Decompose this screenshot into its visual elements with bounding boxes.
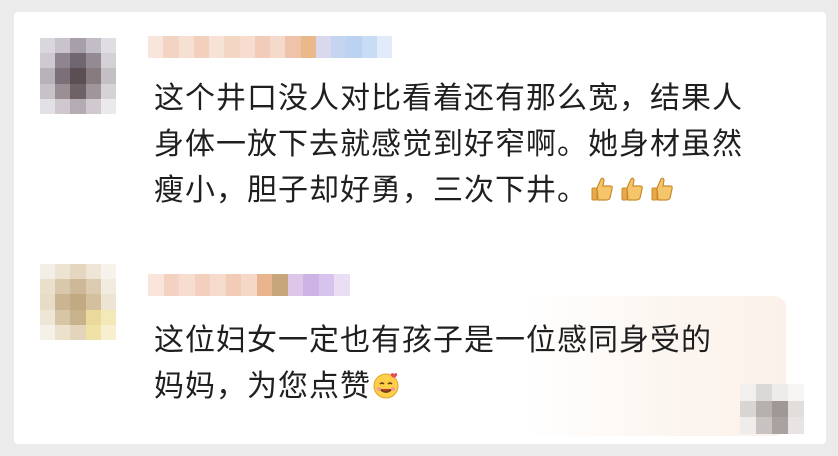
- comment-text: 这位妇女一定也有孩子是一位感同身受的 妈妈，为您点赞: [154, 318, 712, 410]
- comment-item: 这位妇女一定也有孩子是一位感同身受的 妈妈，为您点赞: [14, 234, 826, 444]
- comment-line: 这个井口没人对比看着还有那么宽，结果人: [154, 81, 743, 116]
- comment-line: 瘦小，胆子却好勇，三次下井。: [154, 168, 743, 214]
- thumbs-up-icon: [618, 172, 648, 202]
- comment-line: 这位妇女一定也有孩子是一位感同身受的: [154, 323, 712, 358]
- avatar[interactable]: [740, 384, 804, 434]
- avatar[interactable]: [40, 38, 116, 114]
- comment-line-text: 妈妈，为您点赞: [154, 369, 371, 404]
- smiling-face-with-hearts-icon: [371, 368, 401, 399]
- comment-line-text: 瘦小，胆子却好勇，三次下井。: [154, 173, 588, 208]
- comment-card: 这个井口没人对比看着还有那么宽，结果人 身体一放下去就感觉到好窄啊。她身材虽然 …: [14, 12, 826, 444]
- thumbs-up-icon: [588, 172, 618, 202]
- avatar[interactable]: [40, 264, 116, 340]
- username-blurred[interactable]: [148, 36, 392, 58]
- comment-line: 妈妈，为您点赞: [154, 364, 712, 410]
- comment-item: 这个井口没人对比看着还有那么宽，结果人 身体一放下去就感觉到好窄啊。她身材虽然 …: [14, 12, 826, 234]
- comment-text: 这个井口没人对比看着还有那么宽，结果人 身体一放下去就感觉到好窄啊。她身材虽然 …: [154, 76, 743, 214]
- thumbs-up-icon: [648, 172, 678, 202]
- comment-line: 身体一放下去就感觉到好窄啊。她身材虽然: [154, 127, 743, 162]
- username-blurred[interactable]: [148, 274, 350, 296]
